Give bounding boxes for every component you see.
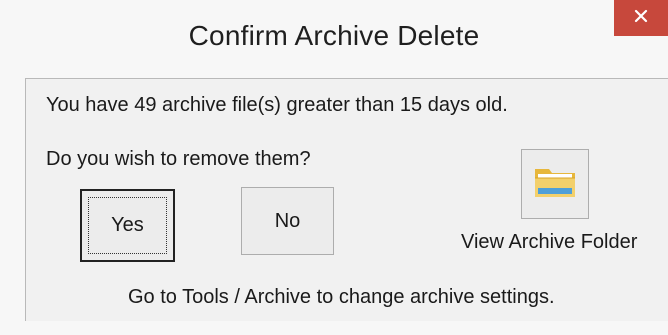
- archive-settings-note: Go to Tools / Archive to change archive …: [128, 286, 555, 308]
- view-archive-folder-label: View Archive Folder: [461, 231, 638, 253]
- no-button[interactable]: No: [241, 187, 334, 255]
- window-bottom-edge: [0, 321, 668, 335]
- close-icon: [634, 9, 648, 28]
- no-button-label: No: [274, 209, 301, 232]
- dialog-window: Confirm Archive Delete You have 49 archi…: [0, 0, 668, 335]
- folder-icon: [532, 161, 578, 208]
- title-bar[interactable]: Confirm Archive Delete: [0, 0, 668, 78]
- yes-button[interactable]: Yes: [80, 189, 175, 262]
- dialog-title: Confirm Archive Delete: [188, 20, 480, 51]
- archive-count-message: You have 49 archive file(s) greater than…: [46, 94, 508, 116]
- view-archive-folder-button[interactable]: [521, 149, 589, 219]
- focus-rectangle: [88, 197, 167, 254]
- close-button[interactable]: [614, 0, 668, 36]
- remove-question: Do you wish to remove them?: [46, 148, 311, 170]
